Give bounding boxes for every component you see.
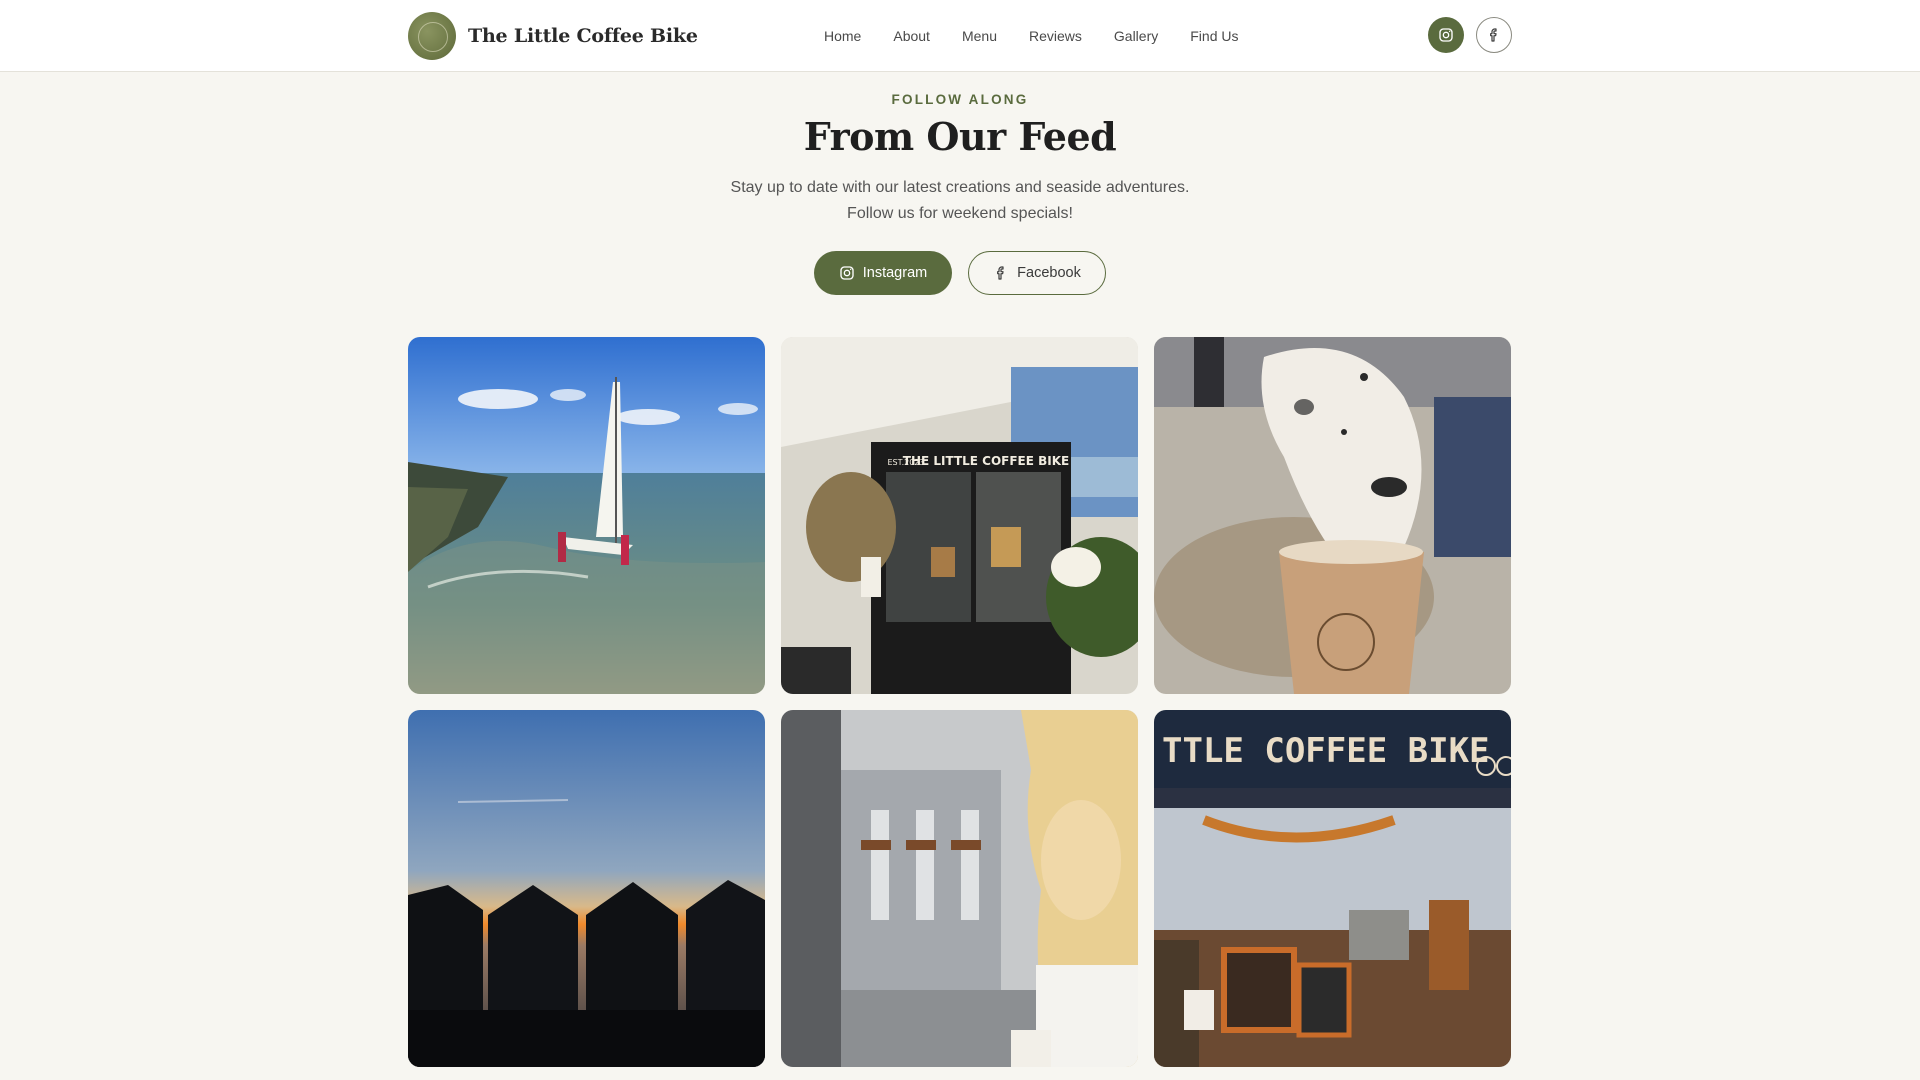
nav-about[interactable]: About <box>893 24 930 48</box>
instagram-button-label: Instagram <box>862 265 928 281</box>
brand-name: The Little Coffee Bike <box>468 25 698 47</box>
sailboat-photo <box>408 337 765 694</box>
feed-photo-beach-huts[interactable] <box>408 710 765 1067</box>
brand-logo <box>408 12 456 60</box>
section-title: From Our Feed <box>803 114 1117 159</box>
stall-sign-text: THE LITTLE COFFEE BIKE <box>903 454 1069 468</box>
header-facebook-button[interactable] <box>1476 17 1512 53</box>
facebook-follow-button[interactable]: Facebook <box>968 251 1106 295</box>
feed-gallery: THE LITTLE COFFEE BIKE EST.2023 TTLE COF… <box>408 337 1512 1067</box>
feed-photo-barista[interactable] <box>781 710 1138 1067</box>
nav-reviews[interactable]: Reviews <box>1029 24 1082 48</box>
feed-photo-dog-coffee[interactable] <box>1154 337 1511 694</box>
feed-photo-coffee-bike-sign[interactable]: TTLE COFFEE BIKE <box>1154 710 1511 1067</box>
stall-est-text: EST.2023 <box>888 458 925 467</box>
feed-photo-coffee-stall[interactable]: THE LITTLE COFFEE BIKE EST.2023 <box>781 337 1138 694</box>
header-social-links <box>1428 17 1512 53</box>
feed-photo-sailboat[interactable] <box>408 337 765 694</box>
main-nav: Home About Menu Reviews Gallery Find Us <box>824 24 1238 48</box>
coffee-bike-sign-photo: TTLE COFFEE BIKE <box>1154 710 1511 1067</box>
follow-buttons: Instagram Facebook <box>0 251 1920 295</box>
nav-home[interactable]: Home <box>824 24 861 48</box>
brand-link[interactable]: The Little Coffee Bike <box>408 12 698 60</box>
barista-photo <box>781 710 1138 1067</box>
site-header: The Little Coffee Bike Home About Menu R… <box>0 0 1920 72</box>
instagram-icon <box>1439 28 1453 42</box>
instagram-follow-button[interactable]: Instagram <box>814 251 952 295</box>
instagram-icon <box>840 266 854 280</box>
nav-find-us[interactable]: Find Us <box>1190 24 1238 48</box>
beach-huts-photo <box>408 710 765 1067</box>
subtitle-line-1: Stay up to date with our latest creation… <box>730 179 1190 196</box>
facebook-button-label: Facebook <box>1017 265 1081 281</box>
facebook-icon <box>997 266 1004 280</box>
facebook-icon <box>1490 28 1497 42</box>
subtitle-line-2: Follow us for weekend specials! <box>847 205 1073 222</box>
section-eyebrow: FOLLOW ALONG <box>891 92 1029 107</box>
nav-gallery[interactable]: Gallery <box>1114 24 1158 48</box>
header-instagram-button[interactable] <box>1428 17 1464 53</box>
coffee-stall-photo: THE LITTLE COFFEE BIKE EST.2023 <box>781 337 1138 694</box>
nav-menu[interactable]: Menu <box>962 24 997 48</box>
section-subtitle: Stay up to date with our latest creation… <box>0 175 1920 227</box>
dog-coffee-photo <box>1154 337 1511 694</box>
sign-text: TTLE COFFEE BIKE <box>1162 731 1490 771</box>
